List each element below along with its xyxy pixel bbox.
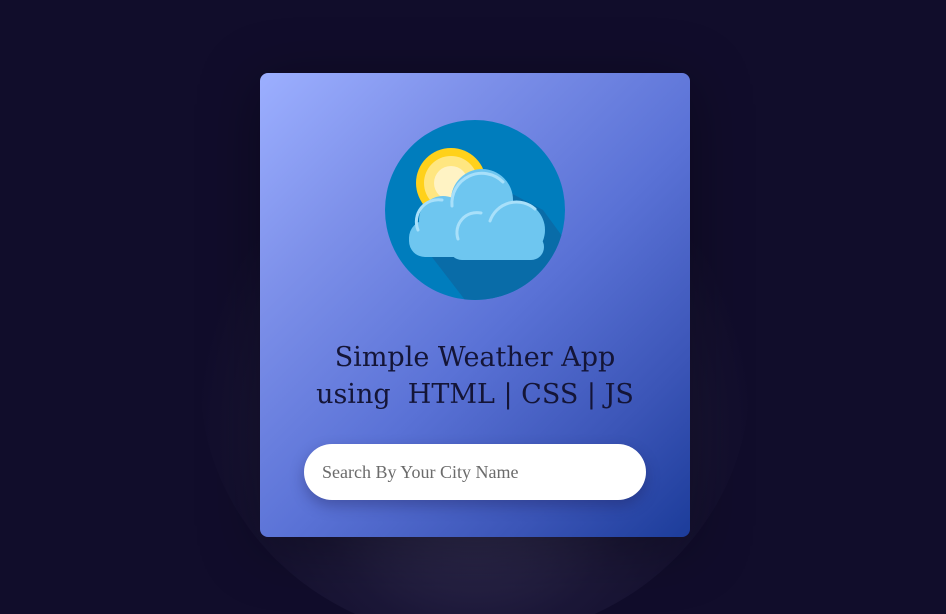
- weather-logo-icon: [385, 120, 565, 300]
- app-title: Simple Weather App using HTML | CSS | JS: [260, 339, 690, 413]
- city-search-input[interactable]: [304, 444, 646, 500]
- app-title-line-1: Simple Weather App: [334, 342, 616, 373]
- app-title-line-2: using HTML | CSS | JS: [316, 379, 634, 410]
- weather-card: Simple Weather App using HTML | CSS | JS: [260, 73, 690, 537]
